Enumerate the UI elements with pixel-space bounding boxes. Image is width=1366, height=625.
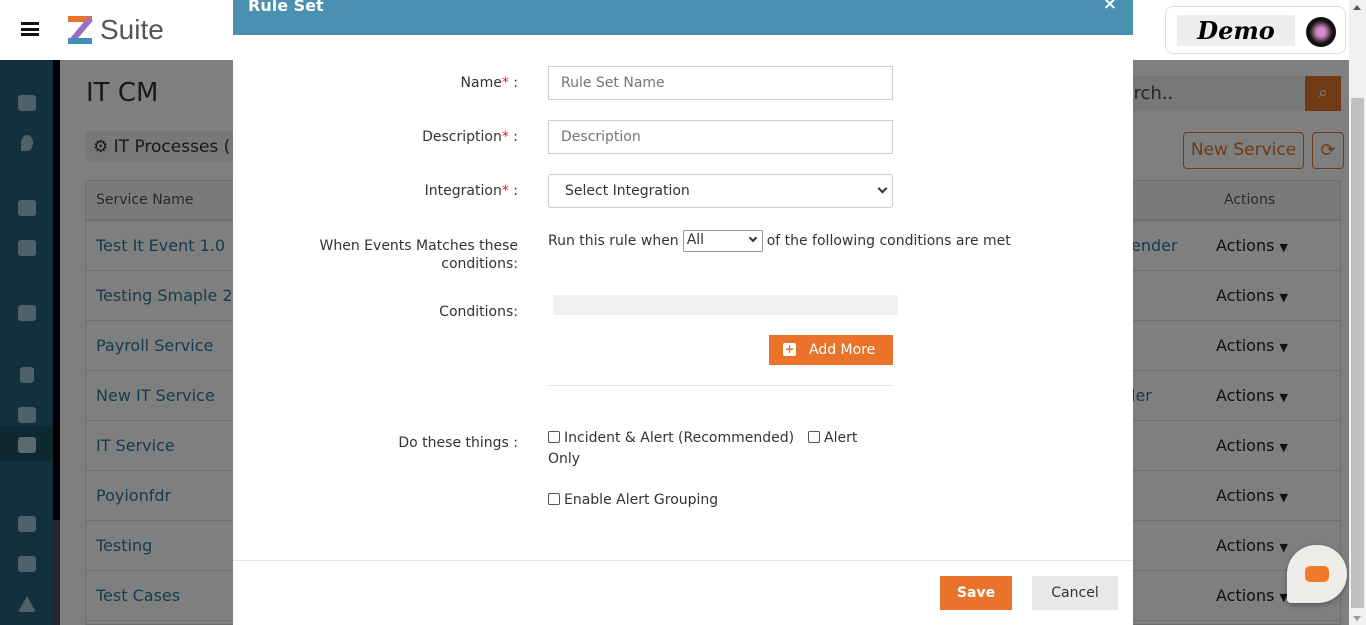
- modal-footer-divider: [233, 560, 1133, 561]
- chat-widget-button[interactable]: [1287, 545, 1347, 603]
- alert-only-label-cont: Only: [548, 451, 581, 467]
- divider: [548, 385, 893, 386]
- conditions-label: Conditions:: [439, 304, 518, 320]
- close-icon[interactable]: ×: [1103, 0, 1117, 14]
- z-logo-icon: [66, 16, 94, 44]
- alert-grouping-option[interactable]: Enable Alert Grouping: [548, 492, 718, 508]
- alert-only-checkbox[interactable]: [808, 431, 820, 443]
- incident-alert-option[interactable]: Incident & Alert (Recommended): [548, 430, 794, 446]
- modal-header: Rule Set ×: [233, 0, 1133, 35]
- add-more-button[interactable]: + Add More: [769, 335, 893, 365]
- save-button[interactable]: Save: [940, 576, 1012, 610]
- scroll-thumb[interactable]: [1351, 98, 1364, 608]
- modal-title: Rule Set: [248, 0, 324, 15]
- match-type-select[interactable]: All: [682, 230, 763, 252]
- plus-square-icon: +: [783, 342, 796, 356]
- when-events-label: When Events Matches these conditions:: [319, 238, 518, 272]
- conditions-list: [553, 295, 898, 315]
- incident-alert-checkbox[interactable]: [548, 431, 560, 443]
- chevron-down-icon: [877, 183, 888, 194]
- run-rule-row: Run this rule when All of the following …: [548, 230, 1011, 252]
- scroll-up-icon[interactable]: [1353, 5, 1361, 10]
- description-label: Description* :: [422, 129, 518, 145]
- chat-icon: [1305, 566, 1329, 582]
- company-logo: Demo: [1177, 15, 1295, 46]
- rule-set-modal: Rule Set × Name* : Description* : Integr…: [233, 0, 1133, 625]
- do-these-things-label: Do these things :: [398, 435, 518, 451]
- alert-only-option[interactable]: Alert: [808, 430, 857, 446]
- hamburger-menu-icon[interactable]: [21, 22, 39, 36]
- rule-set-name-input[interactable]: [548, 66, 893, 100]
- logo[interactable]: Suite: [66, 14, 164, 46]
- profile-menu[interactable]: Demo: [1165, 6, 1346, 54]
- cancel-button[interactable]: Cancel: [1032, 576, 1118, 610]
- avatar[interactable]: [1306, 17, 1336, 47]
- integration-label: Integration* :: [424, 183, 518, 199]
- integration-select[interactable]: Select Integration: [548, 174, 893, 208]
- page-scrollbar[interactable]: [1349, 0, 1366, 625]
- name-label: Name* :: [460, 75, 518, 91]
- scroll-down-icon[interactable]: [1353, 616, 1361, 621]
- alert-grouping-checkbox[interactable]: [548, 493, 560, 505]
- description-input[interactable]: [548, 120, 893, 154]
- chevron-down-icon: [748, 233, 757, 243]
